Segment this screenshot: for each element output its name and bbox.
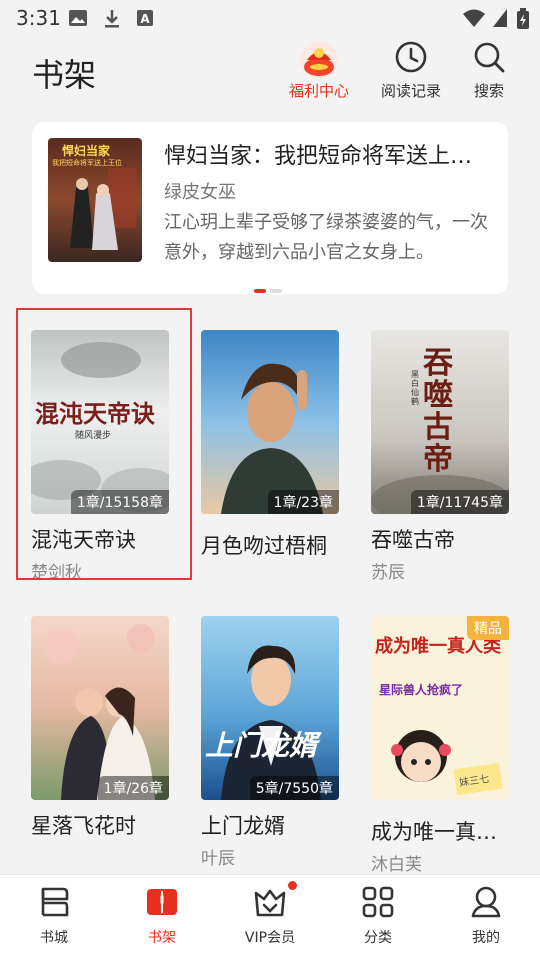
nav-bookstore[interactable]: 书城 — [0, 875, 108, 961]
nav-profile[interactable]: 我的 — [432, 875, 540, 961]
nav-bookshelf-label: 书架 — [148, 930, 176, 946]
page-title: 书架 — [32, 56, 97, 94]
premium-tag: 精品 — [467, 616, 509, 640]
book-cover: 1章/26章 — [31, 616, 169, 800]
profile-icon — [471, 886, 501, 918]
featured-cover: 悍妇当家 我把短命将军送上王位 — [48, 138, 142, 262]
download-notification-icon — [105, 10, 119, 28]
book-cover: 1章/23章 — [201, 330, 339, 514]
book-author: 苏辰 — [371, 563, 405, 583]
wifi-icon — [463, 9, 485, 27]
nav-category[interactable]: 分类 — [324, 875, 432, 961]
vip-crown-icon — [254, 889, 286, 917]
featured-author: 绿皮女巫 — [164, 182, 236, 203]
reading-history-label: 阅读记录 — [380, 82, 441, 100]
gift-pouch-icon — [300, 41, 338, 79]
bookstore-icon — [41, 887, 69, 917]
nav-bookstore-label: 书城 — [40, 930, 68, 946]
search-button[interactable]: 搜索 — [451, 38, 527, 104]
cover-title-text: 吞噬古帝 — [423, 346, 453, 477]
welfare-center-button[interactable]: 福利中心 — [281, 38, 357, 104]
featured-cover-title: 悍妇当家 — [62, 144, 111, 158]
svg-text:A: A — [140, 12, 150, 26]
battery-icon — [517, 8, 529, 29]
clock-icon — [395, 41, 427, 73]
chapter-progress-badge: 1章/26章 — [97, 776, 169, 800]
selection-highlight — [16, 308, 192, 580]
book-cover: 成为唯一真人类 星际兽人抢疯了 妹三七 精品 — [371, 616, 509, 800]
reading-history-button[interactable]: 阅读记录 — [373, 38, 449, 104]
book-author: 叶辰 — [201, 849, 235, 869]
carousel-dots — [254, 278, 286, 297]
bottom-navigation: 书城 书架 VIP会员 分类 我的 — [0, 874, 540, 961]
vip-notification-dot — [288, 881, 297, 890]
book-title: 上门龙婿 — [201, 814, 285, 838]
chapter-progress-badge: 1章/11745章 — [410, 490, 509, 514]
book-author: 沐白芙 — [371, 855, 422, 875]
carousel-dot-active — [254, 289, 266, 293]
search-label: 搜索 — [473, 82, 504, 100]
search-icon — [474, 42, 505, 73]
cellular-icon — [493, 9, 507, 27]
header: 书架 福利中心 阅读记录 搜索 — [0, 36, 540, 112]
carousel-dot — [270, 289, 282, 293]
status-bar: 3:31 A — [0, 0, 540, 36]
book-title: 吞噬古帝 — [371, 528, 455, 552]
nav-category-label: 分类 — [364, 930, 392, 946]
nav-profile-label: 我的 — [472, 930, 500, 946]
featured-cover-subtitle: 我把短命将军送上王位 — [52, 159, 122, 167]
nav-bookshelf[interactable]: 书架 — [108, 875, 216, 961]
font-notification-icon: A — [137, 10, 153, 26]
nav-vip-label: VIP会员 — [244, 930, 296, 946]
status-time: 3:31 — [16, 6, 61, 30]
featured-title: 悍妇当家：我把短命将军送上王位 — [164, 144, 492, 169]
bookshelf-icon — [147, 889, 177, 915]
welfare-center-label: 福利中心 — [288, 82, 349, 100]
image-notification-icon — [69, 10, 87, 26]
nav-vip[interactable]: VIP会员 — [216, 875, 324, 961]
chapter-progress-badge: 1章/23章 — [267, 490, 339, 514]
cover-title-text-b: 星际兽人抢疯了 — [379, 683, 464, 697]
book-cover: 上门龙婿 5章/7550章 — [201, 616, 339, 800]
category-grid-icon — [362, 886, 394, 918]
cover-title-text: 上门龙婿 — [205, 729, 318, 762]
book-cover: 吞噬古帝 黑白仙鹤 1章/11745章 — [371, 330, 509, 514]
book-title: 月色吻过梧桐 — [201, 534, 327, 558]
book-title: 星落飞花时 — [31, 814, 136, 838]
chapter-progress-badge: 5章/7550章 — [249, 776, 339, 800]
cover-author-text: 黑白仙鹤 — [411, 370, 419, 406]
featured-book-card[interactable]: 悍妇当家 我把短命将军送上王位 悍妇当家：我把短命将军送上王位 绿皮女巫 江心玥… — [32, 122, 508, 294]
featured-description: 江心玥上辈子受够了绿茶婆婆的气，一次意外，穿越到六品小官之女身上。 — [164, 212, 488, 263]
book-title: 成为唯一真人类 — [371, 820, 511, 844]
